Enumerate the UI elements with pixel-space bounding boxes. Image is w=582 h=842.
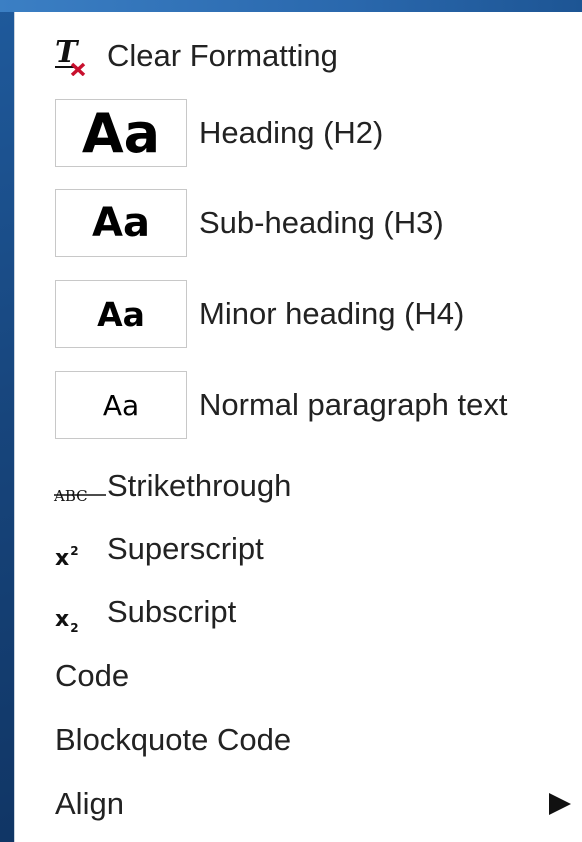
- heading-h2-label: Heading (H2): [199, 115, 384, 150]
- superscript-icon: x2: [55, 537, 79, 573]
- normal-paragraph-label: Normal paragraph text: [199, 387, 508, 422]
- subscript-label: Subscript: [107, 594, 237, 629]
- formatting-menu: T Clear Formatting Aa Heading (H2) Aa Su…: [14, 12, 582, 842]
- superscript-label: Superscript: [107, 531, 264, 566]
- subscript-base-glyph: x: [55, 607, 70, 632]
- clear-formatting-label: Clear Formatting: [107, 38, 338, 73]
- clear-formatting-glyph: T: [55, 36, 80, 70]
- menu-item-normal-paragraph[interactable]: Aa Normal paragraph text: [15, 370, 582, 440]
- menu-item-clear-formatting[interactable]: T Clear Formatting: [15, 34, 582, 78]
- subheading-h3-label: Sub-heading (H3): [199, 205, 444, 240]
- code-label: Code: [55, 658, 130, 693]
- minor-heading-h4-label: Minor heading (H4): [199, 296, 465, 331]
- subscript-icon: x2: [55, 598, 79, 635]
- superscript-exp-glyph: 2: [70, 544, 79, 558]
- submenu-arrow-icon: [549, 793, 571, 815]
- superscript-base-glyph: x: [55, 546, 70, 571]
- menu-item-strikethrough[interactable]: ABC Strikethrough: [15, 464, 582, 508]
- menu-item-align[interactable]: Align: [15, 782, 582, 826]
- menu-item-blockquote-code[interactable]: Blockquote Code: [15, 718, 582, 762]
- subscript-index-glyph: 2: [70, 621, 79, 635]
- strikethrough-label: Strikethrough: [107, 468, 292, 503]
- clear-formatting-icon: T: [53, 35, 91, 84]
- menu-item-subheading-h3[interactable]: Aa Sub-heading (H3): [15, 188, 582, 258]
- blockquote-code-label: Blockquote Code: [55, 722, 292, 757]
- menu-item-heading-h2[interactable]: Aa Heading (H2): [15, 98, 582, 168]
- minor-heading-h4-preview: Aa: [55, 280, 187, 348]
- heading-h2-preview: Aa: [55, 99, 187, 167]
- menu-item-superscript[interactable]: x2 Superscript: [15, 527, 582, 571]
- strikethrough-icon: ABC: [53, 478, 107, 514]
- menu-item-code[interactable]: Code: [15, 654, 582, 698]
- menu-item-minor-heading-h4[interactable]: Aa Minor heading (H4): [15, 279, 582, 349]
- subheading-h3-preview: Aa: [55, 189, 187, 257]
- menu-item-subscript[interactable]: x2 Subscript: [15, 590, 582, 635]
- normal-paragraph-preview: Aa: [55, 371, 187, 439]
- strikethrough-glyph: ABC: [53, 487, 88, 505]
- window-top-strip: [0, 0, 582, 12]
- align-label: Align: [55, 786, 124, 821]
